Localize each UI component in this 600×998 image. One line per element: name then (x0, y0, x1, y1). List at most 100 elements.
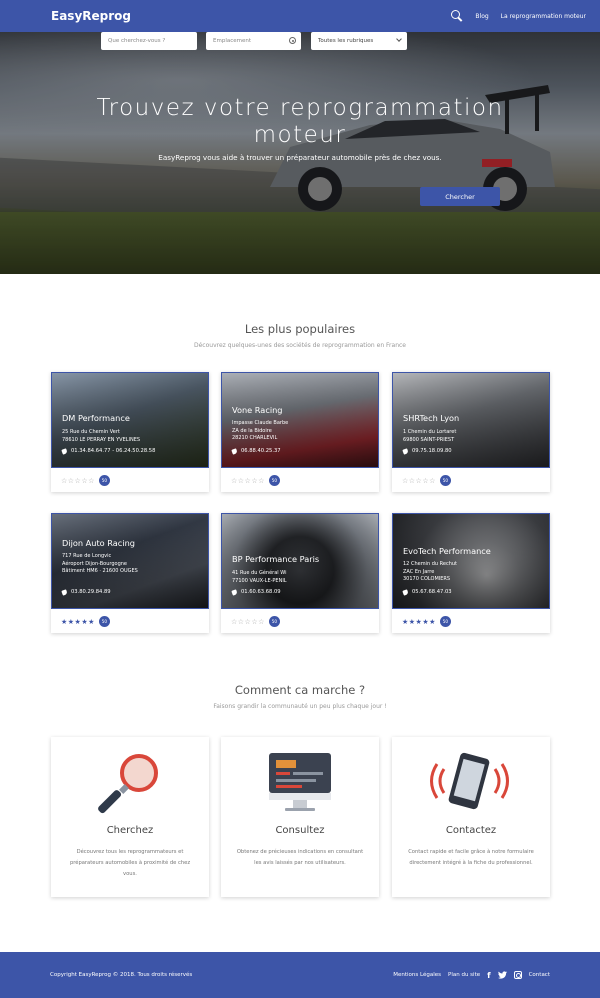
company-card[interactable]: Vone Racing Impasse Claude Barbe ZA de l… (221, 372, 379, 492)
company-phone: 09.75.18.09.80 (402, 447, 452, 455)
company-phone: 05.67.68.47.03 (402, 588, 452, 596)
review-badge: 50 (439, 616, 451, 627)
card-rating: ★★★★★ 50 (402, 616, 451, 627)
magnifier-icon (98, 754, 158, 814)
facebook-icon[interactable]: f (487, 971, 490, 980)
nav-link-blog[interactable]: Blog (475, 13, 488, 20)
nav-links: Blog La reprogrammation moteur (451, 10, 586, 22)
instagram-icon[interactable] (513, 971, 522, 979)
company-name[interactable]: DM Performance (62, 413, 130, 423)
phone-icon (61, 588, 68, 596)
company-phone: 01.60.63.68.09 (231, 588, 281, 596)
monitor-icon (269, 753, 331, 811)
hero-title: Trouvez votre reprogrammation moteur (0, 95, 600, 149)
address-line: ZAC En Jarre (403, 568, 435, 575)
category-select[interactable]: Toutes les rubriques (311, 32, 407, 50)
address-line: 41 Rue du Général Wi (232, 570, 287, 576)
footer-links: Mentions Légales Plan du site f Contact (393, 971, 550, 980)
nav-link-reprogrammation[interactable]: La reprogrammation moteur (501, 13, 586, 20)
card-rating: ★★★★★ 50 (61, 616, 110, 627)
location-input-placeholder: Emplacement (213, 38, 252, 44)
how-card-title: Cherchez (106, 825, 154, 836)
company-name[interactable]: Dijon Auto Racing (62, 538, 135, 548)
how-card-contact: Contactez Contact rapide et facile grâce… (392, 737, 550, 897)
company-card-image[interactable]: SHRTech Lyon 1 Chemin du Lortaret 69800 … (392, 372, 550, 468)
copyright: Copyright EasyReprog © 2018. Tous droits… (50, 972, 193, 978)
company-card[interactable]: Dijon Auto Racing 717 Rue de Longvic Aér… (51, 513, 209, 633)
star-rating: ★★★★★ (402, 617, 436, 626)
star-rating: ★★★★★ (61, 617, 95, 626)
company-name[interactable]: BP Performance Paris (232, 554, 319, 564)
how-card-consult: Consultez Obtenez de précieuses indicati… (221, 737, 379, 897)
category-select-value: Toutes les rubriques (318, 38, 374, 44)
company-name[interactable]: SHRTech Lyon (403, 413, 459, 423)
search-icon[interactable] (451, 10, 463, 22)
chevron-down-icon (396, 36, 402, 42)
company-card-image[interactable]: EvoTech Performance 12 Chemin du Rechut … (392, 513, 550, 609)
company-address: 12 Chemin du Rechut ZAC En Jarre 30170 C… (403, 561, 457, 584)
star-rating: ☆☆☆☆☆ (231, 476, 265, 485)
hero-subtitle: EasyReprog vous aide à trouver un prépar… (158, 153, 442, 162)
address-line: 78610 LE PERRAY EN YVELINES (62, 436, 141, 443)
address-line: Impasse Claude Barbe (232, 420, 289, 426)
address-line: 717 Rue de Longvic (62, 553, 112, 559)
popular-subtitle: Découvrez quelques-unes des sociétés de … (194, 342, 406, 349)
card-rating: ☆☆☆☆☆ 50 (231, 475, 280, 486)
address-line: 12 Chemin du Rechut (403, 561, 458, 567)
company-card-image[interactable]: Vone Racing Impasse Claude Barbe ZA de l… (221, 372, 379, 468)
address-line: 69800 SAINT-PRIEST (403, 436, 455, 443)
company-address: 41 Rue du Général Wi 77100 VAUX-LE-PENIL (232, 570, 287, 585)
search-button[interactable]: Chercher (420, 187, 500, 206)
phone-icon (231, 447, 238, 455)
how-card-search: Cherchez Découvrez tous les reprogrammat… (51, 737, 209, 897)
how-title: Comment ca marche ? (234, 683, 366, 697)
phone-icon (402, 447, 409, 455)
company-phone-number: 06.88.40.25.37 (241, 448, 281, 454)
address-line: 1 Chemin du Lortaret (403, 429, 457, 435)
card-rating: ☆☆☆☆☆ 50 (61, 475, 110, 486)
company-card-image[interactable]: Dijon Auto Racing 717 Rue de Longvic Aér… (51, 513, 209, 609)
review-badge: 50 (98, 616, 110, 627)
company-phone: 01.34.84.64.77 - 06.24.50.28.58 (61, 447, 155, 455)
address-line: 77100 VAUX-LE-PENIL (232, 577, 287, 584)
company-card[interactable]: DM Performance 25 Rue du Chemin Vert 786… (51, 372, 209, 492)
footer-link-contact[interactable]: Contact (529, 972, 550, 978)
company-phone-number: 05.67.68.47.03 (412, 589, 452, 595)
phone-ringing-icon (430, 752, 509, 810)
how-card-title: Contactez (445, 825, 497, 836)
company-address: 717 Rue de Longvic Aéroport Dijon-Bourgo… (62, 553, 138, 576)
star-rating: ☆☆☆☆☆ (231, 617, 265, 626)
phone-icon (61, 447, 68, 455)
location-input[interactable]: Emplacement (206, 32, 301, 50)
address-line: ZA de la Bidoire (232, 427, 272, 434)
star-rating: ☆☆☆☆☆ (61, 476, 95, 485)
company-phone-number: 03.80.29.84.89 (71, 589, 111, 595)
brand-logo[interactable]: EasyReprog (51, 9, 131, 23)
footer-link-sitemap[interactable]: Plan du site (448, 972, 480, 978)
card-rating: ☆☆☆☆☆ 50 (402, 475, 451, 486)
company-name[interactable]: Vone Racing (232, 405, 283, 415)
address-line: 28210 CHARLEVIL (232, 435, 278, 441)
hero-title-line2: moteur (253, 122, 347, 148)
card-rating: ☆☆☆☆☆ 50 (231, 616, 280, 627)
how-card-text: Découvrez tous les reprogrammateurs et p… (69, 849, 191, 877)
company-card[interactable]: BP Performance Paris 41 Rue du Général W… (221, 513, 379, 633)
twitter-icon[interactable] (497, 971, 507, 979)
company-phone: 06.88.40.25.37 (231, 447, 281, 455)
how-card-text: Obtenez de précieuses indications en con… (236, 849, 364, 866)
company-name[interactable]: EvoTech Performance (403, 546, 491, 556)
phone-icon (402, 588, 409, 596)
company-card[interactable]: EvoTech Performance 12 Chemin du Rechut … (392, 513, 550, 633)
footer-link-legal[interactable]: Mentions Légales (393, 972, 441, 978)
company-card[interactable]: SHRTech Lyon 1 Chemin du Lortaret 69800 … (392, 372, 550, 492)
company-phone-number: 01.60.63.68.09 (241, 589, 281, 595)
company-card-image[interactable]: BP Performance Paris 41 Rue du Général W… (221, 513, 379, 609)
company-phone: 03.80.29.84.89 (61, 588, 111, 596)
company-address: 25 Rue du Chemin Vert 78610 LE PERRAY EN… (62, 429, 140, 444)
review-badge: 50 (439, 475, 451, 486)
hero: Trouvez votre reprogrammation moteur Eas… (0, 32, 600, 274)
company-card-image[interactable]: DM Performance 25 Rue du Chemin Vert 786… (51, 372, 209, 468)
company-address: Impasse Claude Barbe ZA de la Bidoire 28… (232, 420, 288, 443)
locate-icon[interactable] (289, 37, 296, 44)
search-input[interactable]: Que cherchez-vous ? (101, 32, 197, 50)
